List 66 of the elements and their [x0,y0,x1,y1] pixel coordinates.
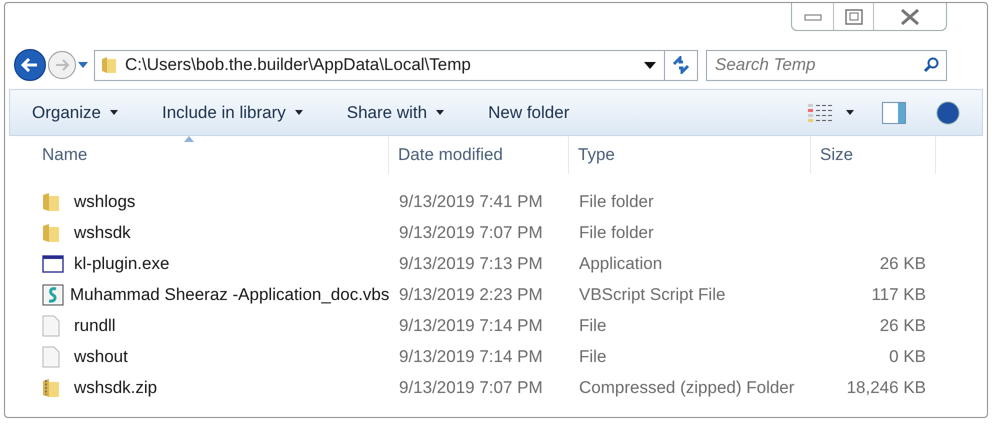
window-icon [42,254,64,272]
file-size: 18,246 KB [846,378,926,397]
file-row[interactable]: wshout 9/13/2019 7:14 PM File 0 KB [9,341,983,372]
maximize-icon [844,8,862,24]
file-type: Application [579,254,662,273]
date-modified: 9/13/2019 7:41 PM [399,192,543,211]
refresh-arrows-icon [671,56,691,74]
preview-pane-button[interactable] [882,102,906,124]
blank-file-icon [42,346,60,368]
file-type: File [579,346,606,366]
file-row[interactable]: wshsdk 9/13/2019 7:07 PM File folder [9,217,983,248]
file-name: wshsdk [74,222,131,244]
search-field[interactable]: Search Temp [706,50,947,80]
toolbar-button[interactable]: Include in library [162,100,303,126]
preview-pane-icon [882,102,906,124]
folder-icon [42,222,60,242]
file-name: rundll [74,314,116,337]
file-name: kl-plugin.exe [74,252,170,275]
close-icon [899,8,921,24]
toolbar-button[interactable]: New folder [488,100,570,126]
date-modified: 9/13/2019 2:23 PM [399,284,543,304]
file-name: wshsdk.zip [74,376,158,399]
file-type: File folder [579,192,654,211]
arrow-left-icon [21,58,39,72]
date-modified: 9/13/2019 7:07 PM [399,378,543,397]
toolbar-button[interactable]: Organize [32,100,118,126]
file-size: 0 KB [889,346,926,366]
view-options-button[interactable] [808,102,854,122]
file-type: File folder [579,222,654,242]
file-type: Compressed (zipped) Folder [579,378,794,397]
back-button[interactable] [14,49,46,81]
date-modified: 9/13/2019 7:14 PM [399,346,543,366]
file-size: 117 KB [871,284,926,304]
arrow-right-icon [54,59,70,71]
column-header[interactable]: Date modified [389,136,569,174]
dropdown-icon[interactable] [644,62,656,68]
file-size: 26 KB [880,316,926,335]
file-type: File [579,316,606,335]
column-header[interactable]: Name [9,136,389,174]
file-name: Muhammad Sheeraz -Application_doc.vbs [70,284,390,306]
column-header[interactable]: Type [569,136,811,174]
file-row[interactable]: Muhammad Sheeraz -Application_doc.vbs 9/13/2019 2:23 PM VBScript Script File 117 KB [9,279,983,310]
minimize-icon [804,12,822,20]
date-modified: 9/13/2019 7:14 PM [399,316,543,335]
blank-file-icon [42,314,60,336]
script-file-icon [42,284,64,306]
date-modified: 9/13/2019 7:07 PM [399,222,543,242]
file-row[interactable]: rundll 9/13/2019 7:14 PM File 26 KB [9,310,983,341]
folder-icon [101,56,117,74]
file-name: wshlogs [74,190,136,213]
zipped-folder-icon [42,378,60,398]
address-path: C:\Users\bob.the.builder\AppData\Local\Temp [125,54,472,76]
address-bar[interactable]: C:\Users\bob.the.builder\AppData\Local\Temp [94,50,698,80]
details-view-icon [808,102,832,122]
caret-icon [846,110,854,115]
folder-icon [42,192,60,212]
toolbar-button[interactable]: Share with [346,100,444,126]
date-modified: 9/13/2019 7:13 PM [399,254,543,273]
file-type: VBScript Script File [579,284,726,304]
file-row[interactable]: wshlogs 9/13/2019 7:41 PM File folder [9,186,983,217]
column-header[interactable]: Size [811,136,936,174]
search-icon [923,56,939,72]
file-name: wshout [74,346,128,368]
file-size: 26 KB [880,254,926,273]
file-row[interactable]: kl-plugin.exe 9/13/2019 7:13 PM Application 26 KB [9,248,983,279]
file-row[interactable]: wshsdk.zip 9/13/2019 7:07 PM Compressed (zipped) Folder 18,246 KB [9,372,983,403]
